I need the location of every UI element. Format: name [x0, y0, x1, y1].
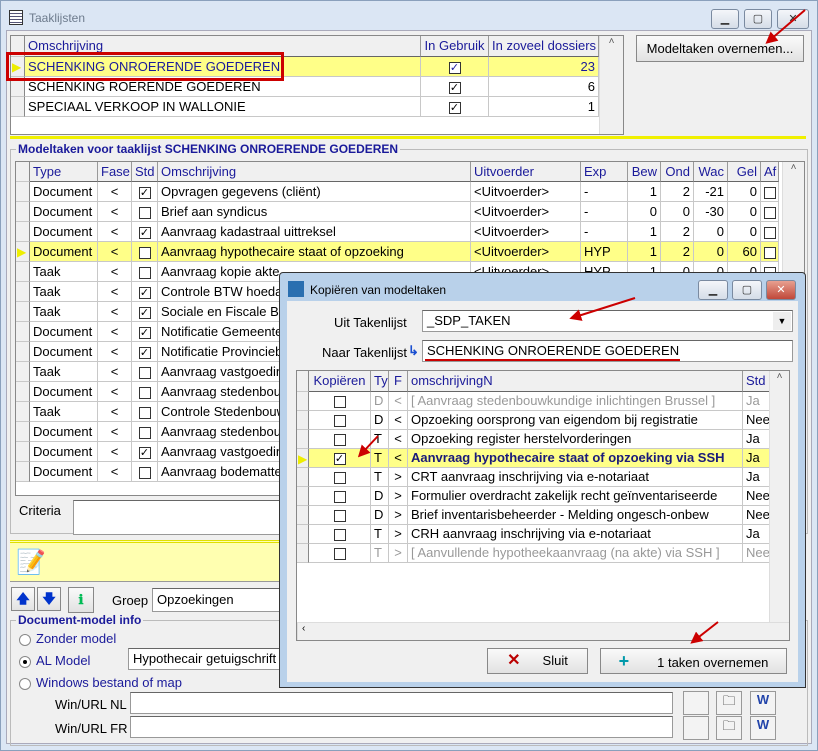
- annotation-arrows: [357, 9, 806, 644]
- arrow-icon: [357, 435, 379, 458]
- arrow-icon: [569, 297, 636, 321]
- arrow-icon: [690, 621, 719, 644]
- arrow-icon: [765, 9, 806, 44]
